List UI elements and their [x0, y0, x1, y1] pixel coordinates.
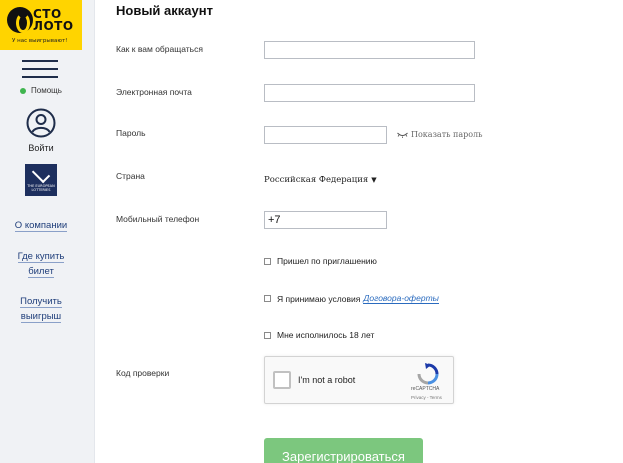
password-label: Пароль [116, 128, 146, 138]
password-input[interactable] [264, 126, 387, 144]
recaptcha-brand: reCAPTCHA [411, 386, 440, 392]
sidebar-link-about[interactable]: О компании [0, 218, 82, 233]
adult-checkbox[interactable] [264, 331, 271, 339]
eye-icon [397, 132, 408, 138]
sidebar-link-where-to-buy[interactable]: Где купить билет [0, 249, 82, 279]
captcha-label: Код проверки [116, 368, 170, 378]
recaptcha-label: I'm not a robot [298, 375, 356, 385]
terms-label: Я принимаю условия [277, 293, 361, 304]
help-label: Помощь [31, 86, 62, 95]
phone-label: Мобильный телефон [116, 214, 200, 224]
menu-icon[interactable] [22, 60, 58, 78]
register-button[interactable]: Зарегистрироваться [264, 438, 423, 463]
country-select[interactable]: Российская Федерация ▼ [264, 175, 377, 185]
user-icon[interactable] [26, 108, 56, 138]
name-input[interactable] [264, 41, 475, 59]
help-link[interactable]: Помощь [20, 86, 62, 95]
logo-ball-icon [7, 7, 33, 33]
terms-checkbox[interactable] [264, 295, 271, 302]
logo-text: СТО ЛОТО [33, 7, 74, 33]
show-password-label: Показать пароль [411, 130, 483, 139]
caret-down-icon: ▼ [371, 176, 377, 184]
recaptcha-terms-link[interactable]: Privacy - Terms [411, 395, 442, 400]
email-input[interactable] [264, 84, 475, 102]
terms-checkbox-row[interactable]: Я принимаю условия Договора-оферты [264, 293, 439, 304]
invited-checkbox-row[interactable]: Пришел по приглашению [264, 256, 377, 266]
country-label: Страна [116, 171, 145, 181]
phone-input[interactable] [264, 211, 387, 229]
show-password-toggle[interactable]: Показать пароль [397, 130, 483, 139]
european-lotteries-text: THE EUROPEAN LOTTERIES [27, 184, 55, 192]
online-dot-icon [20, 87, 26, 94]
recaptcha-checkbox[interactable] [273, 371, 291, 389]
sidebar-link-get-prize[interactable]: Получить выигрыш [0, 294, 82, 324]
login-link[interactable]: Войти [0, 143, 82, 153]
recaptcha-widget: I'm not a robot reCAPTCHA Privacy - Term… [264, 356, 454, 404]
invited-label: Пришел по приглашению [277, 256, 377, 266]
logo-slogan: У нас выигрывают! [12, 38, 68, 44]
euro-check-icon [31, 164, 51, 184]
invited-checkbox[interactable] [264, 257, 271, 265]
offer-contract-link[interactable]: Договора-оферты [363, 293, 439, 304]
name-label: Как к вам обращаться [116, 44, 203, 54]
email-label: Электронная почта [116, 87, 192, 97]
page-title: Новый аккаунт [116, 3, 213, 18]
country-value: Российская Федерация [264, 175, 369, 185]
recaptcha-logo-icon [417, 363, 439, 385]
adult-label: Мне исполнилось 18 лет [277, 330, 375, 340]
adult-checkbox-row[interactable]: Мне исполнилось 18 лет [264, 330, 374, 340]
stoloto-logo[interactable]: СТО ЛОТО У нас выигрывают! [0, 0, 82, 50]
sidebar: СТО ЛОТО У нас выигрывают! Помощь Войти … [0, 0, 95, 463]
european-lotteries-logo[interactable]: THE EUROPEAN LOTTERIES [25, 164, 57, 196]
